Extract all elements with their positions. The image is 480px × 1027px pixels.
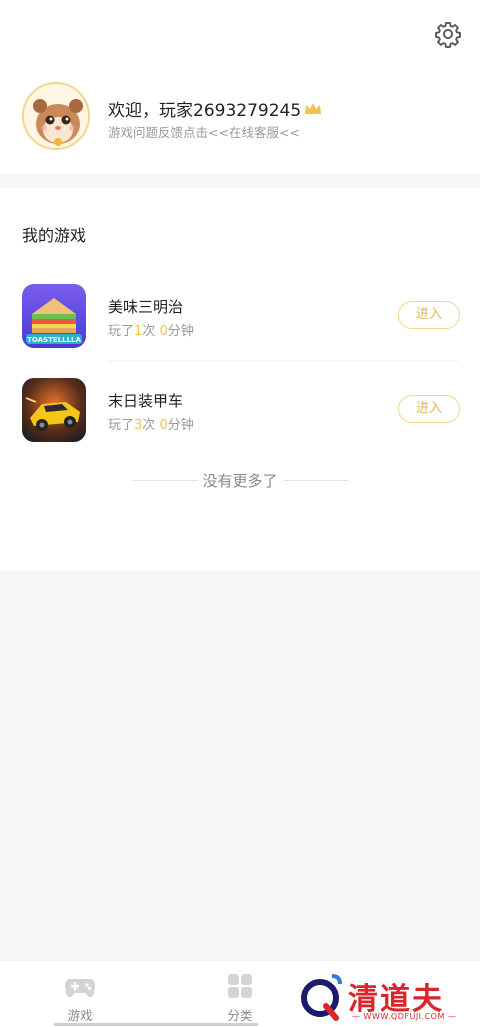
hamster-avatar-icon — [24, 84, 88, 148]
watermark: 清道夫 — WWW.QDFUJI.COM — — [296, 972, 476, 1024]
tab-underline — [154, 1023, 258, 1026]
game-stats: 玩了3次 0分钟 — [108, 414, 194, 433]
crown-icon — [305, 102, 322, 114]
armored-car-game-icon[interactable] — [22, 378, 86, 442]
grid-icon — [228, 974, 252, 998]
no-more-text: 没有更多了 — [202, 472, 278, 490]
minutes-unit: 分钟 — [167, 418, 194, 433]
times-unit: 次 — [142, 418, 156, 433]
row-divider — [108, 360, 458, 361]
welcome-label: 欢迎，玩家2693279245 — [108, 101, 302, 121]
times-unit: 次 — [142, 324, 156, 339]
game-stats: 玩了1次 0分钟 — [108, 320, 194, 339]
watermark-logo-icon — [301, 974, 342, 1021]
game-row[interactable]: TOASTELLLLA 美味三明治 玩了1次 0分钟 进入 — [0, 282, 480, 372]
tab-games[interactable]: 游戏 — [0, 961, 160, 1027]
welcome-text: 欢迎，玩家2693279245 — [108, 96, 322, 121]
avatar[interactable] — [22, 82, 90, 150]
game-name: 美味三明治 — [108, 298, 184, 316]
watermark-subtext: — WWW.QDFUJI.COM — — [352, 1012, 457, 1021]
gear-icon[interactable] — [434, 20, 462, 48]
end-divider-right — [283, 480, 349, 481]
my-games-section: 我的游戏 TOASTELLLLA 美味三明治 玩了1次 0分钟 进入 末日装甲车… — [0, 188, 480, 570]
play-minutes: 0 — [159, 418, 168, 433]
stats-prefix: 玩了 — [108, 324, 135, 339]
enter-button[interactable]: 进入 — [398, 301, 460, 329]
gamepad-icon — [65, 979, 95, 998]
stats-prefix: 玩了 — [108, 418, 135, 433]
game-name: 末日装甲车 — [108, 392, 184, 410]
play-minutes: 0 — [159, 324, 168, 339]
profile-header: 欢迎，玩家2693279245 游戏问题反馈点击<<在线客服<< — [0, 0, 480, 174]
minutes-unit: 分钟 — [167, 324, 194, 339]
enter-button[interactable]: 进入 — [398, 395, 460, 423]
sandwich-game-icon[interactable]: TOASTELLLLA — [22, 284, 86, 348]
tab-underline — [54, 1023, 158, 1026]
feedback-link[interactable]: 游戏问题反馈点击<<在线客服<< — [108, 122, 300, 141]
section-title: 我的游戏 — [22, 226, 87, 245]
game-row[interactable]: 末日装甲车 玩了3次 0分钟 进入 — [0, 376, 480, 466]
game-icon-text: TOASTELLLLA — [27, 336, 81, 344]
tab-label: 游戏 — [67, 1008, 93, 1023]
